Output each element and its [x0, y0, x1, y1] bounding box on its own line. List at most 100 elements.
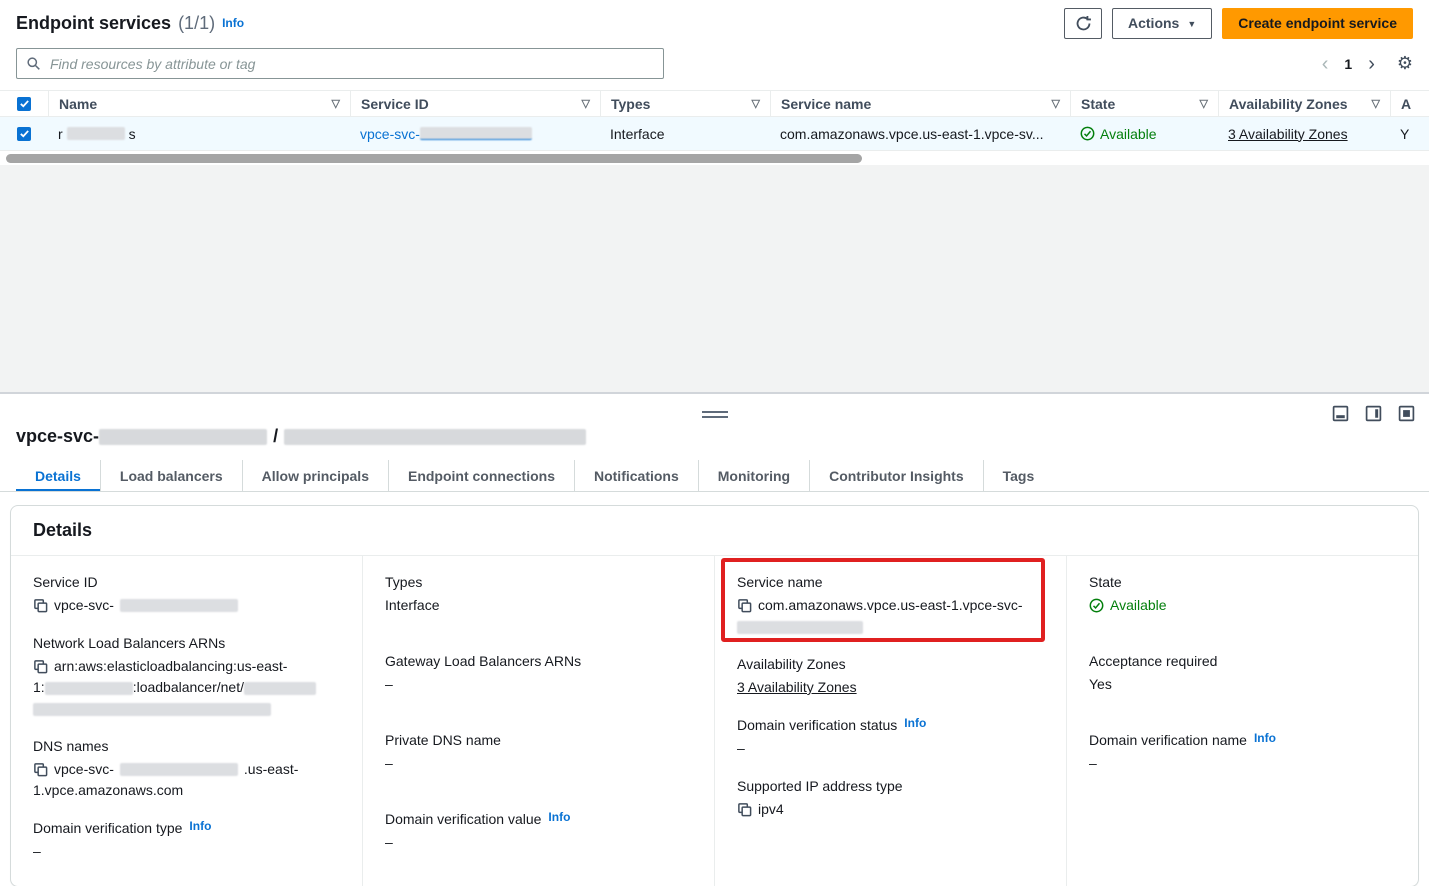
current-page-button[interactable]: 1	[1344, 56, 1352, 72]
field-service-id: Service ID vpce-svc-	[33, 574, 342, 616]
next-page-button[interactable]: ›	[1368, 54, 1375, 74]
info-link[interactable]: Info	[548, 810, 570, 824]
row-cell-types: Interface	[600, 126, 770, 142]
column-header-name-label: Name	[59, 96, 97, 112]
tab-tags[interactable]: Tags	[983, 460, 1054, 491]
field-domain-verification-type: Domain verification type Info –	[33, 820, 342, 862]
search-input[interactable]	[48, 55, 654, 73]
pagination: ‹ 1 › ⚙	[1322, 53, 1413, 74]
search-box[interactable]	[16, 48, 664, 79]
field-label: Acceptance required	[1089, 653, 1398, 669]
row-cell-availability-zones: 3 Availability Zones	[1218, 126, 1390, 142]
dns-value-mid: .us-east-	[244, 759, 298, 780]
details-card-title: Details	[11, 506, 1418, 556]
create-endpoint-service-button[interactable]: Create endpoint service	[1222, 8, 1413, 39]
info-link[interactable]: Info	[222, 16, 244, 30]
filter-icon[interactable]: ▽	[332, 97, 340, 110]
previous-page-button[interactable]: ‹	[1322, 54, 1329, 74]
panel-maximize-icon[interactable]	[1398, 405, 1415, 422]
filter-icon[interactable]: ▽	[1052, 97, 1060, 110]
field-availability-zones: Availability Zones 3 Availability Zones	[737, 656, 1046, 698]
table-row[interactable]: rs vpce-svc- Interface com.amazonaws.vpc…	[0, 117, 1429, 151]
redacted-text	[120, 763, 238, 776]
detail-split-panel: vpce-svc- / Details Load balancers Allow …	[0, 392, 1429, 886]
tab-notifications[interactable]: Notifications	[574, 460, 698, 491]
row-name-suffix: s	[129, 126, 136, 142]
field-label: Domain verification value	[385, 811, 541, 827]
info-link[interactable]: Info	[904, 716, 926, 730]
refresh-button[interactable]	[1064, 8, 1102, 39]
field-label: State	[1089, 574, 1398, 590]
info-link[interactable]: Info	[189, 819, 211, 833]
copy-icon[interactable]	[33, 762, 48, 777]
row-cell-name: rs	[48, 126, 350, 142]
field-service-name: Service name com.amazonaws.vpce.us-east-…	[737, 574, 1046, 637]
page-header: Endpoint services (1/1) Info Actions ▼ C…	[0, 0, 1429, 46]
filter-icon[interactable]: ▽	[1200, 97, 1208, 110]
column-header-service-id-label: Service ID	[361, 96, 429, 112]
column-header-service-name[interactable]: Service name ▽	[770, 91, 1070, 116]
copy-icon[interactable]	[33, 598, 48, 613]
column-header-name[interactable]: Name ▽	[48, 91, 350, 116]
copy-icon[interactable]	[33, 659, 48, 674]
table-settings-gear-icon[interactable]: ⚙	[1397, 53, 1413, 74]
redacted-text	[45, 682, 133, 695]
tab-allow-principals[interactable]: Allow principals	[242, 460, 388, 491]
field-label: Types	[385, 574, 694, 590]
row-acceptance-value: Y	[1400, 126, 1409, 142]
column-header-state[interactable]: State ▽	[1070, 91, 1218, 116]
details-column-4: State Available Acceptance required Yes …	[1066, 556, 1418, 886]
filter-icon[interactable]: ▽	[1372, 97, 1380, 110]
tab-monitoring[interactable]: Monitoring	[698, 460, 809, 491]
select-all-checkbox[interactable]	[0, 91, 48, 116]
column-header-availability-zones[interactable]: Availability Zones ▽	[1218, 91, 1390, 116]
row-checkbox[interactable]	[17, 127, 31, 141]
field-value: Yes	[1089, 674, 1398, 695]
availability-zones-popover-link[interactable]: 3 Availability Zones	[737, 679, 857, 695]
field-types: Types Interface	[385, 574, 694, 616]
dns-value-line2: 1.vpce.amazonaws.com	[33, 780, 342, 801]
filter-icon[interactable]: ▽	[582, 97, 590, 110]
copy-icon[interactable]	[737, 598, 752, 613]
field-label: Service ID	[33, 574, 342, 590]
field-value: –	[33, 841, 342, 862]
row-cell-acceptance: Y	[1390, 126, 1429, 142]
empty-table-area	[0, 165, 1429, 392]
details-column-2: Types Interface Gateway Load Balancers A…	[362, 556, 714, 886]
row-cell-service-id: vpce-svc-	[350, 126, 600, 142]
redacted-text	[737, 621, 863, 634]
filter-icon[interactable]: ▽	[752, 97, 760, 110]
tab-load-balancers[interactable]: Load balancers	[100, 460, 242, 491]
split-panel-drag-handle[interactable]	[702, 411, 728, 418]
service-name-line1: com.amazonaws.vpce.us-east-1.vpce-svc-	[758, 595, 1023, 616]
checkbox-checked-icon	[17, 97, 31, 111]
copy-icon[interactable]	[737, 802, 752, 817]
column-header-service-id[interactable]: Service ID ▽	[350, 91, 600, 116]
horizontal-scrollbar-thumb[interactable]	[6, 154, 862, 163]
panel-position-side-icon[interactable]	[1365, 405, 1382, 422]
field-supported-ip-type: Supported IP address type ipv4	[737, 778, 1046, 820]
row-types-value: Interface	[610, 126, 664, 142]
field-label: Gateway Load Balancers ARNs	[385, 653, 694, 669]
column-header-types-label: Types	[611, 96, 650, 112]
field-value: –	[385, 674, 694, 695]
availability-zones-popover-link[interactable]: 3 Availability Zones	[1228, 126, 1348, 142]
nlb-arn-line2-mid: :loadbalancer/net/	[133, 679, 244, 695]
supported-ip-value: ipv4	[758, 799, 784, 820]
refresh-icon	[1075, 15, 1092, 32]
actions-button[interactable]: Actions ▼	[1112, 8, 1212, 39]
tab-endpoint-connections[interactable]: Endpoint connections	[388, 460, 574, 491]
column-header-acceptance-label: A	[1401, 96, 1411, 112]
tab-details[interactable]: Details	[16, 460, 100, 491]
info-link[interactable]: Info	[1254, 731, 1276, 745]
column-header-acceptance[interactable]: A	[1390, 91, 1429, 116]
detail-title-separator: /	[273, 426, 278, 447]
state-value: Available	[1110, 595, 1167, 616]
column-header-types[interactable]: Types ▽	[600, 91, 770, 116]
field-value: –	[385, 832, 694, 853]
field-dns-names: DNS names vpce-svc-.us-east- 1.vpce.amaz…	[33, 738, 342, 801]
panel-position-bottom-icon[interactable]	[1332, 405, 1349, 422]
service-id-value-prefix: vpce-svc-	[54, 595, 114, 616]
service-id-link[interactable]: vpce-svc-	[360, 126, 532, 142]
tab-contributor-insights[interactable]: Contributor Insights	[809, 460, 983, 491]
